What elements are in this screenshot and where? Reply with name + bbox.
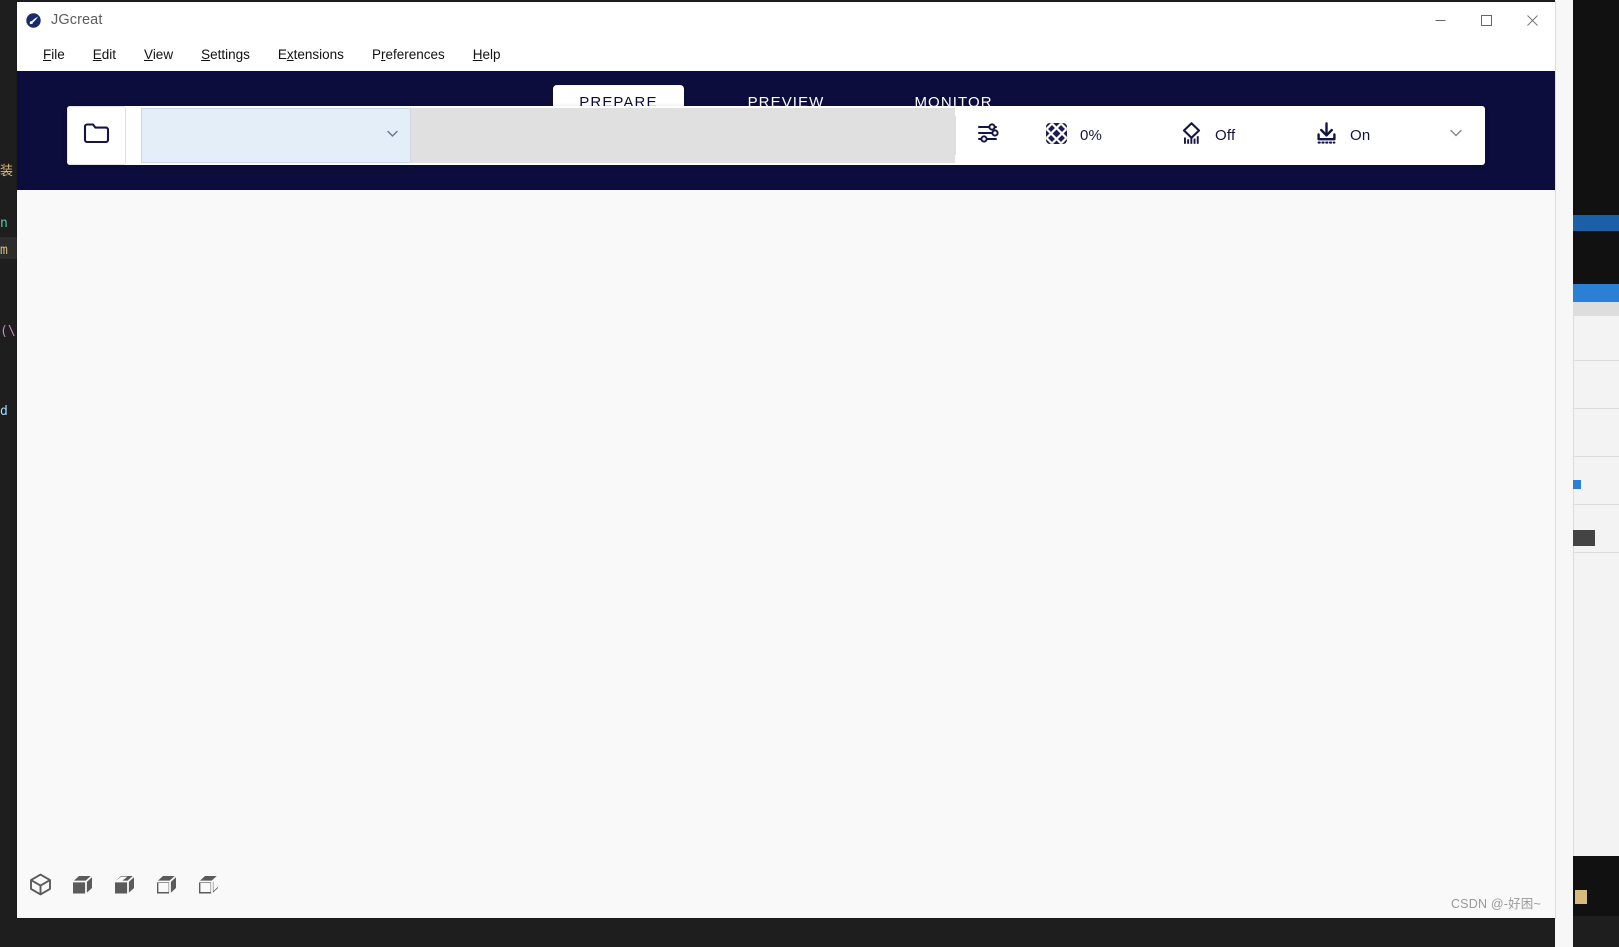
- app-logo-icon: [23, 10, 43, 30]
- infill-icon: [1044, 121, 1069, 151]
- infill-stat[interactable]: 0%: [1022, 106, 1157, 165]
- view-orientation-toolbar: [25, 872, 223, 902]
- code-fragment: d: [0, 404, 8, 419]
- support-value: Off: [1215, 127, 1236, 144]
- chevron-down-icon: [1447, 124, 1465, 147]
- code-fragment: (\: [0, 324, 16, 339]
- cube-right-icon: [196, 872, 221, 902]
- code-fragment: m: [0, 243, 8, 258]
- maximize-icon[interactable]: [1463, 2, 1509, 38]
- close-icon[interactable]: [1509, 2, 1555, 38]
- menu-item-settings[interactable]: Settings: [187, 43, 264, 66]
- toolbar-expand-button[interactable]: [1427, 106, 1485, 165]
- chevron-down-icon: [385, 126, 400, 146]
- code-fragment: n: [0, 216, 8, 231]
- menu-bar: FFileile Edit View Settings Extensions P…: [17, 38, 1555, 71]
- menu-item-help[interactable]: Help: [459, 43, 515, 66]
- bg-block: [1573, 480, 1581, 489]
- view-3d-button[interactable]: [25, 872, 55, 902]
- bg-block: [1575, 890, 1587, 904]
- application-window: JGcreat FFileile Edit View Settings Exte…: [17, 2, 1555, 918]
- printer-profile-select[interactable]: [141, 108, 411, 163]
- menu-item-preferences[interactable]: Preferences: [358, 43, 459, 66]
- main-toolbar: 0% Off On: [67, 106, 1485, 165]
- menu-item-view[interactable]: View: [130, 43, 187, 66]
- view-left-button[interactable]: [151, 872, 181, 902]
- cube-isometric-icon: [28, 872, 53, 902]
- menu-item-file[interactable]: FFileile: [29, 43, 79, 66]
- bg-block: [1573, 504, 1619, 505]
- view-right-button[interactable]: [193, 872, 223, 902]
- bg-block: [1573, 856, 1619, 916]
- title-bar[interactable]: JGcreat: [17, 2, 1555, 38]
- view-front-button[interactable]: [67, 872, 97, 902]
- cube-top-icon: [112, 872, 137, 902]
- bg-block: [1573, 552, 1619, 553]
- bg-block: [1573, 316, 1619, 856]
- adhesion-value: On: [1350, 127, 1371, 144]
- bg-block: [1573, 408, 1619, 409]
- support-icon: [1179, 121, 1204, 151]
- background-window-right: [1555, 0, 1619, 947]
- menu-item-extensions[interactable]: Extensions: [264, 43, 358, 66]
- bg-block: [1573, 302, 1619, 316]
- infill-value: 0%: [1080, 127, 1103, 144]
- adhesion-icon: [1314, 121, 1339, 151]
- print-settings-button[interactable]: [956, 106, 1022, 165]
- bg-block: [1573, 530, 1595, 546]
- view-top-button[interactable]: [109, 872, 139, 902]
- window-title: JGcreat: [51, 12, 103, 28]
- bg-block: [1573, 231, 1619, 291]
- bg-block: [1573, 215, 1619, 231]
- minimize-icon[interactable]: [1417, 2, 1463, 38]
- cube-front-icon: [70, 872, 95, 902]
- sliders-icon: [976, 120, 1002, 151]
- window-controls: [1417, 2, 1555, 38]
- cube-left-icon: [154, 872, 179, 902]
- open-file-button[interactable]: [67, 106, 126, 165]
- bg-block: [1573, 284, 1619, 302]
- bg-block: [1573, 916, 1619, 947]
- adhesion-stat[interactable]: On: [1292, 106, 1427, 165]
- bg-block: [1573, 0, 1619, 215]
- build-plate-viewport[interactable]: CSDN @-好困~: [17, 190, 1555, 918]
- menu-item-edit[interactable]: Edit: [79, 43, 130, 66]
- watermark: CSDN @-好困~: [1450, 897, 1541, 911]
- folder-icon: [83, 121, 110, 150]
- printer-profile-detail-panel[interactable]: [411, 108, 955, 163]
- code-fragment: 装: [0, 164, 14, 179]
- bg-block: [1573, 456, 1619, 457]
- support-stat[interactable]: Off: [1157, 106, 1292, 165]
- bg-block: [1573, 360, 1619, 361]
